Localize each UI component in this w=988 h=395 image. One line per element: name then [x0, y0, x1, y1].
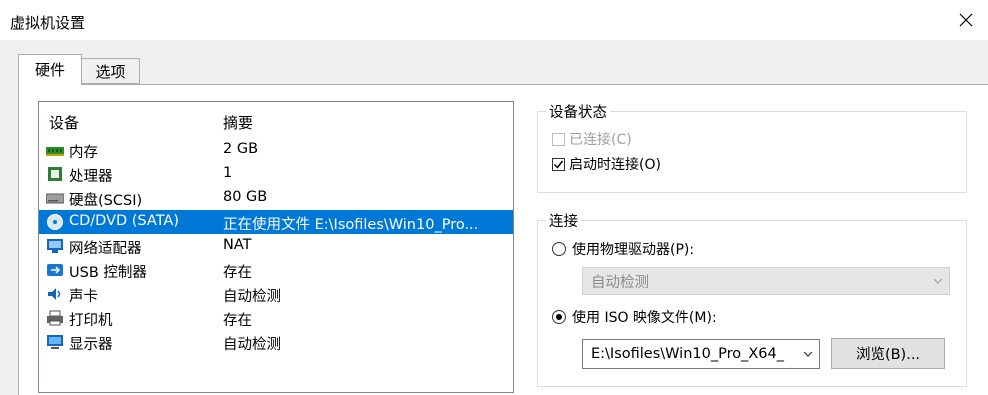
title-bar: 虚拟机设置 [0, 0, 988, 40]
checkbox-box [552, 157, 565, 171]
device-status-title: 设备状态 [546, 101, 610, 122]
device-row-processor[interactable]: 处理器 1 [39, 162, 513, 186]
cd-dvd-icon [47, 214, 63, 230]
device-status-group: 设备状态 已连接(C) 启动时连接(O) [537, 101, 967, 193]
checkbox-box [552, 132, 565, 146]
device-summary: 自动检测 [223, 289, 281, 305]
device-row-sound-card[interactable]: 声卡 自动检测 [39, 282, 513, 306]
radio-dot [556, 314, 562, 320]
memory-icon [46, 147, 64, 156]
printer-icon [47, 310, 63, 326]
device-row-cd-dvd[interactable]: CD/DVD (SATA) 正在使用文件 E:\Isofiles\Win10_P… [39, 210, 513, 234]
physical-drive-radio[interactable]: 使用物理驱动器(P): [552, 239, 694, 259]
tab-hardware[interactable]: 硬件 [18, 54, 82, 85]
device-name: 打印机 [69, 313, 113, 329]
device-name: 网络适配器 [69, 241, 142, 257]
column-header-summary[interactable]: 摘要 [223, 112, 253, 133]
connected-checkbox[interactable]: 已连接(C) [552, 129, 632, 149]
browse-button[interactable]: 浏览(B)... [831, 338, 945, 369]
device-list[interactable]: 设备 摘要 内存 2 GB 处理器 1 硬盘(SCSI) 80 GB CD/DV… [38, 101, 514, 393]
device-name: 硬盘(SCSI) [69, 193, 143, 209]
chevron-down-icon [933, 278, 943, 284]
chevron-down-icon [803, 351, 813, 357]
tab-options[interactable]: 选项 [82, 58, 140, 84]
device-name: 内存 [69, 145, 98, 161]
physical-drive-value: 自动检测 [591, 274, 649, 291]
close-button[interactable] [944, 0, 988, 40]
device-summary: 正在使用文件 E:\Isofiles\Win10_Pro... [223, 217, 479, 233]
radio-circle [552, 242, 566, 256]
connect-at-power-on-label: 启动时连接(O) [569, 157, 661, 173]
display-icon [47, 335, 63, 349]
window-title: 虚拟机设置 [10, 14, 86, 32]
device-summary: 1 [223, 165, 233, 181]
physical-drive-select[interactable]: 自动检测 [582, 267, 950, 295]
device-summary: 2 GB [223, 141, 259, 157]
connect-at-power-on-checkbox[interactable]: 启动时连接(O) [552, 154, 661, 174]
processor-icon [48, 167, 62, 181]
connection-group: 连接 使用物理驱动器(P): 自动检测 使用 ISO 映像文件(M): E:\I… [537, 210, 967, 387]
device-name: USB 控制器 [69, 265, 147, 281]
connected-label: 已连接(C) [569, 132, 632, 148]
sound-card-icon [48, 288, 61, 300]
connection-title: 连接 [546, 210, 581, 231]
device-summary: 80 GB [223, 189, 268, 205]
device-name: 处理器 [69, 169, 113, 185]
radio-circle [552, 310, 566, 324]
close-icon [959, 13, 973, 27]
device-summary: 存在 [223, 265, 252, 281]
device-summary: 存在 [223, 313, 252, 329]
column-header-device[interactable]: 设备 [49, 112, 79, 133]
physical-drive-label: 使用物理驱动器(P): [572, 242, 695, 258]
device-row-printer[interactable]: 打印机 存在 [39, 306, 513, 330]
device-name: CD/DVD (SATA) [69, 213, 180, 229]
check-icon [553, 160, 564, 169]
device-summary: 自动检测 [223, 337, 281, 353]
device-name: 声卡 [69, 289, 98, 305]
iso-path-value: E:\Isofiles\Win10_Pro_X64_ [591, 346, 784, 362]
usb-controller-icon [47, 264, 63, 276]
device-row-hard-disk[interactable]: 硬盘(SCSI) 80 GB [39, 186, 513, 210]
device-row-display[interactable]: 显示器 自动检测 [39, 330, 513, 354]
iso-image-radio[interactable]: 使用 ISO 映像文件(M): [552, 307, 717, 327]
hard-disk-icon [46, 193, 64, 204]
network-adapter-icon [47, 239, 63, 253]
iso-path-combo[interactable]: E:\Isofiles\Win10_Pro_X64_ [582, 339, 820, 369]
iso-image-label: 使用 ISO 映像文件(M): [572, 310, 717, 326]
device-summary: NAT [223, 237, 252, 253]
device-name: 显示器 [69, 337, 113, 353]
device-row-memory[interactable]: 内存 2 GB [39, 138, 513, 162]
device-row-network-adapter[interactable]: 网络适配器 NAT [39, 234, 513, 258]
device-row-usb-controller[interactable]: USB 控制器 存在 [39, 258, 513, 282]
